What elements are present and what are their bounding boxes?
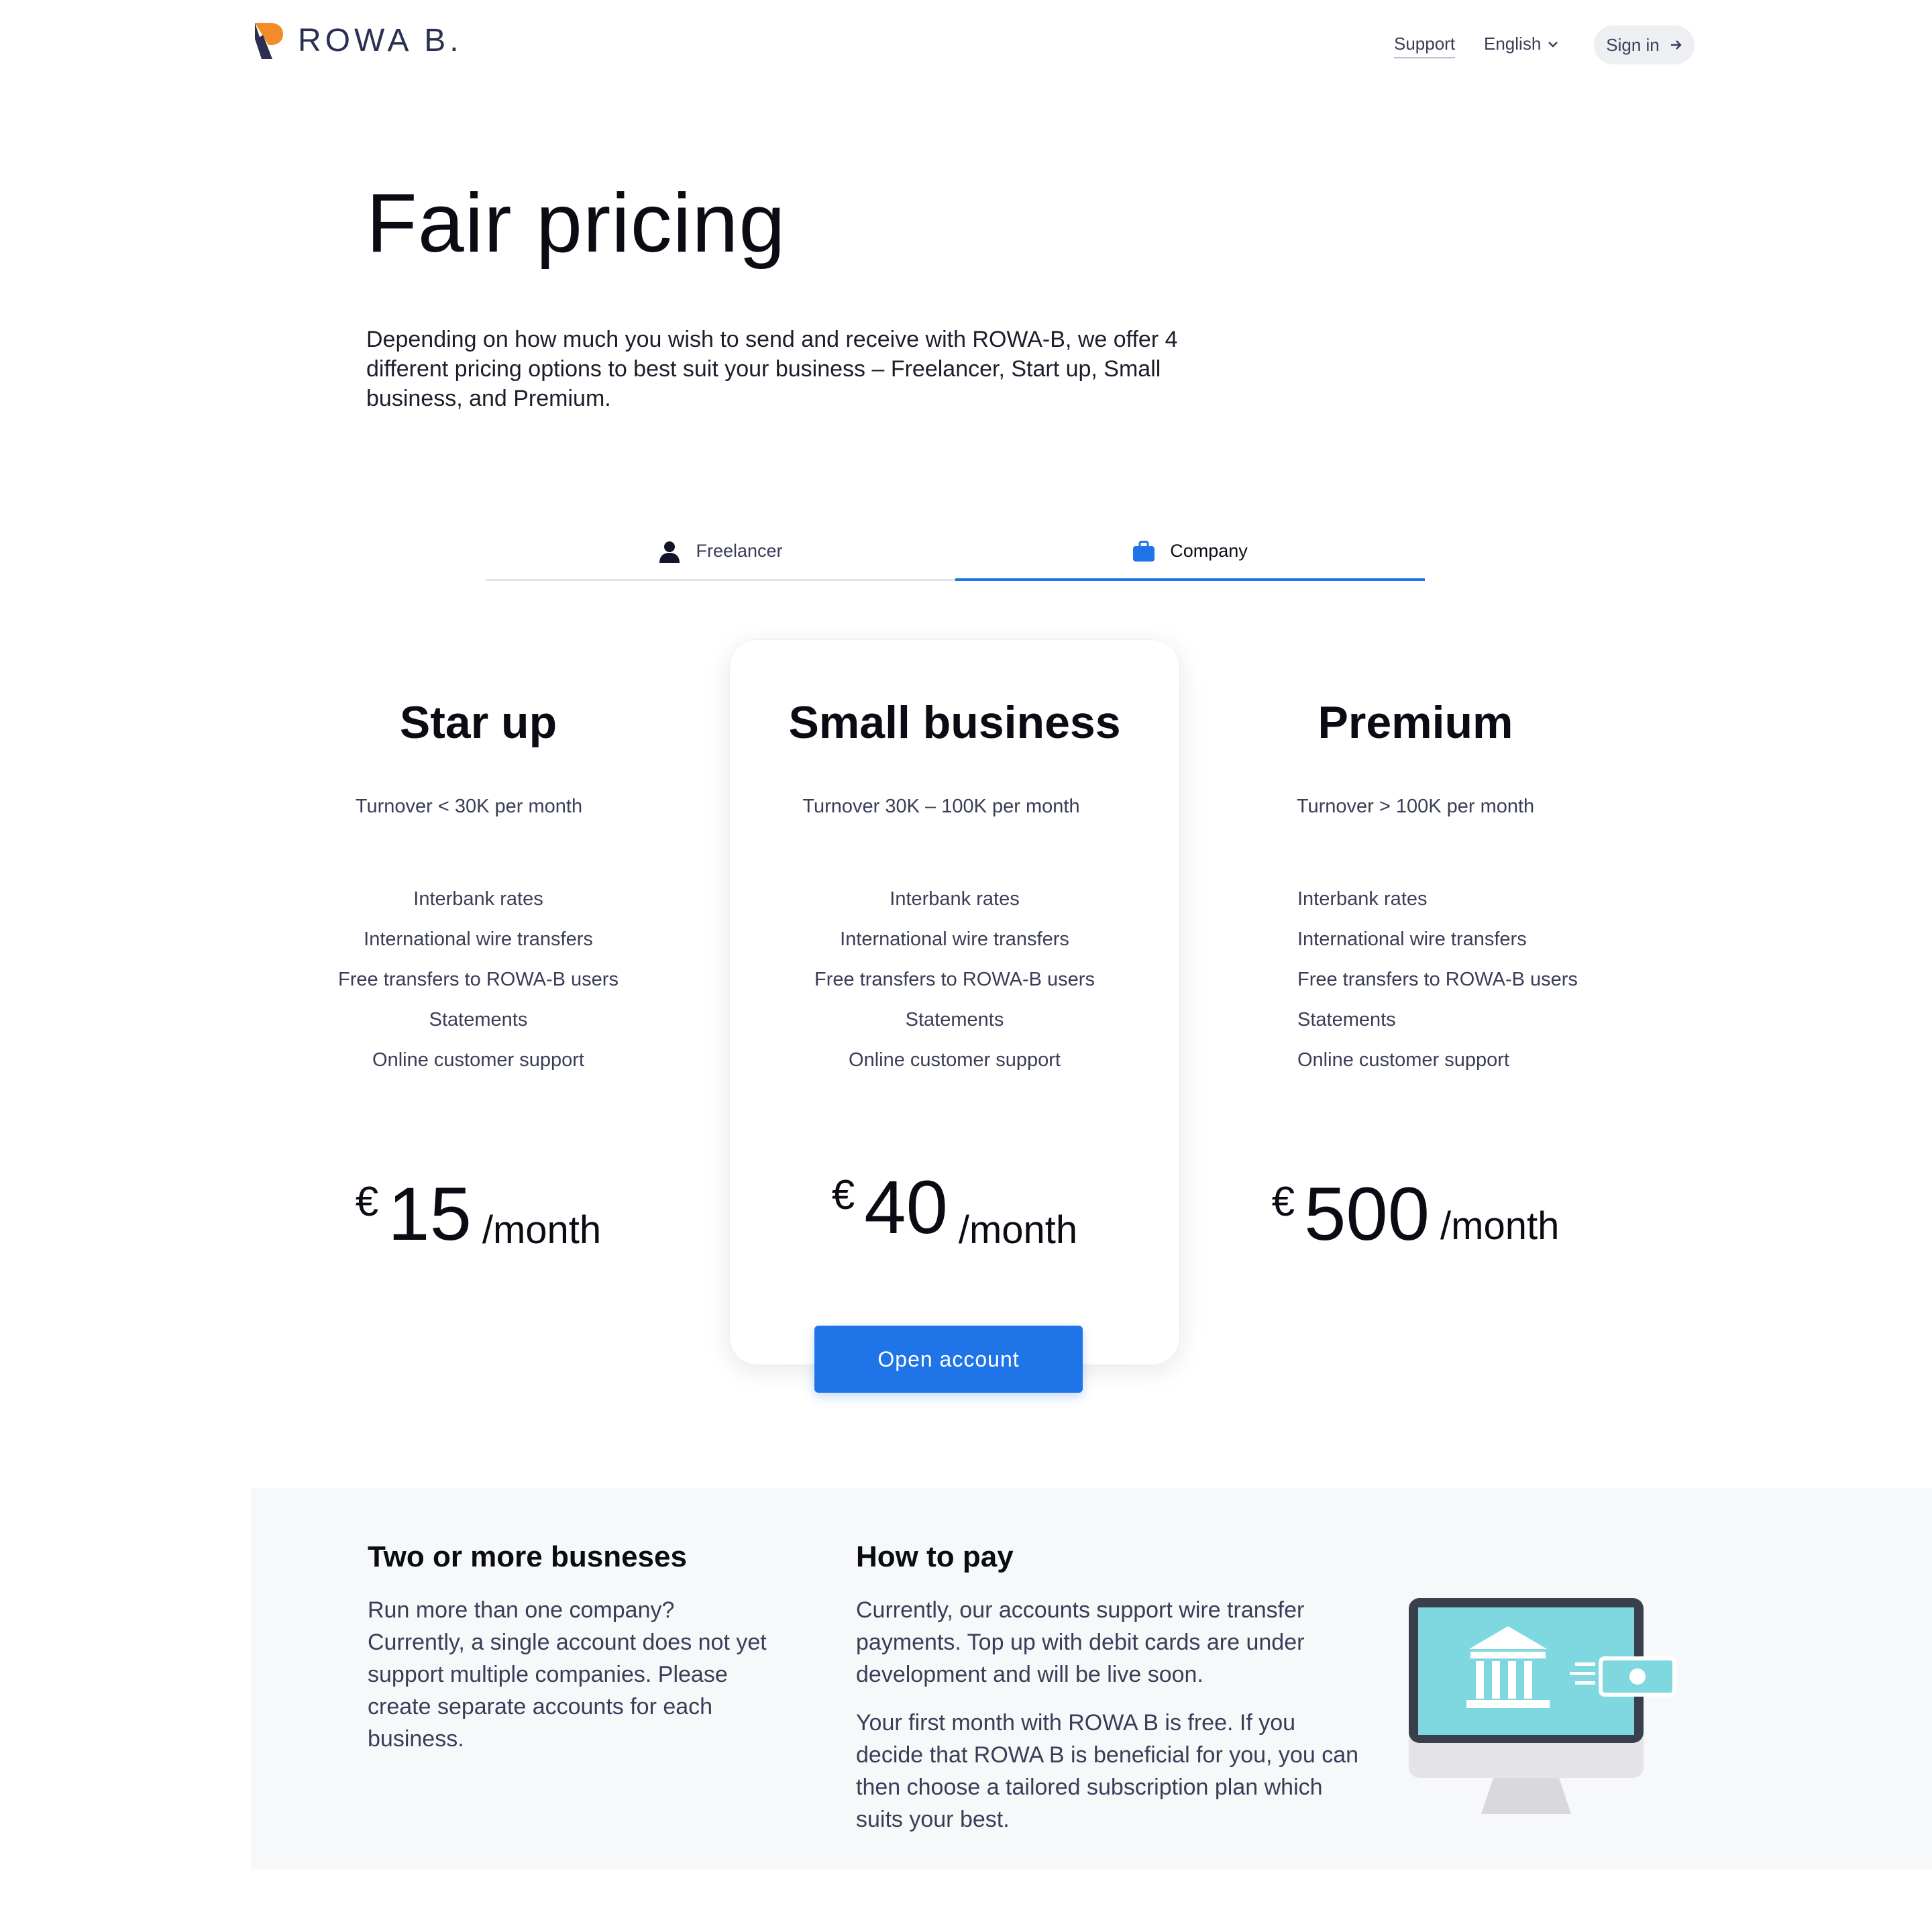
support-link[interactable]: Support xyxy=(1394,34,1456,58)
plan-features: Interbank rates International wire trans… xyxy=(730,879,1179,1080)
tab-freelancer[interactable]: Freelancer xyxy=(486,523,955,579)
price-currency: € xyxy=(831,1172,855,1218)
plan-title: Premium xyxy=(1318,697,1513,748)
tab-company[interactable]: Company xyxy=(955,523,1425,581)
arrow-right-icon xyxy=(1670,40,1682,50)
plan-price: € 15 /month xyxy=(254,1177,703,1253)
multiple-businesses-text: Run more than one company? Currently, a … xyxy=(368,1597,767,1752)
price-amount: 40 xyxy=(864,1165,948,1249)
feature-item: Interbank rates xyxy=(890,888,1020,910)
feature-item: Free transfers to ROWA-B users xyxy=(1297,969,1578,990)
plan-type-tabs: Freelancer Company xyxy=(486,523,1425,581)
language-label: English xyxy=(1484,34,1542,54)
price-amount: 500 xyxy=(1304,1172,1430,1256)
feature-item: Statements xyxy=(429,1009,528,1030)
how-to-pay-block: How to pay Currently, our accounts suppo… xyxy=(856,1540,1366,1836)
free-month-text: Your first month with ROWA B is free. If… xyxy=(856,1710,1359,1832)
feature-item: Online customer support xyxy=(372,1049,584,1071)
top-header: ROWA B. Support English Sign in xyxy=(0,0,1932,94)
language-selector[interactable]: English xyxy=(1484,34,1558,54)
plan-title: Star up xyxy=(399,697,557,748)
tab-company-label: Company xyxy=(1170,541,1248,561)
feature-item: Online customer support xyxy=(1297,1049,1509,1071)
plan-card-star-up: Star up Turnover < 30K per month Interba… xyxy=(254,640,703,1365)
person-icon xyxy=(659,541,680,563)
feature-item: Statements xyxy=(905,1009,1004,1030)
price-period: /month xyxy=(958,1208,1078,1252)
how-to-pay-text: Currently, our accounts support wire tra… xyxy=(856,1597,1305,1687)
open-account-button[interactable]: Open account xyxy=(814,1326,1083,1393)
price-amount: 15 xyxy=(388,1172,472,1256)
plan-price: € 40 /month xyxy=(730,1170,1179,1253)
logo-text: ROWA B. xyxy=(298,22,463,58)
plan-turnover: Turnover < 30K per month xyxy=(355,796,583,817)
plan-features: Interbank rates International wire trans… xyxy=(1297,879,1834,1080)
feature-item: International wire transfers xyxy=(364,928,593,950)
page-description: Depending on how much you wish to send a… xyxy=(366,327,1178,411)
plan-title: Small business xyxy=(788,697,1121,748)
chevron-down-icon xyxy=(1548,41,1558,48)
feature-item: Free transfers to ROWA-B users xyxy=(814,969,1095,990)
computer-bank-illustration xyxy=(1409,1598,1676,1814)
logo-mark-icon xyxy=(255,23,283,59)
plan-turnover: Turnover 30K – 100K per month xyxy=(802,796,1080,817)
feature-item: Statements xyxy=(1297,1009,1396,1030)
multiple-businesses-title: Two or more busneses xyxy=(368,1540,687,1573)
sign-in-button[interactable]: Sign in xyxy=(1594,25,1695,64)
plan-features: Interbank rates International wire trans… xyxy=(254,879,703,1080)
plan-card-small-business: Small business Turnover 30K – 100K per m… xyxy=(730,640,1179,1365)
tab-freelancer-label: Freelancer xyxy=(696,541,783,561)
info-section: Two or more busneses Run more than one c… xyxy=(251,1488,1932,1869)
price-period: /month xyxy=(482,1208,602,1252)
sign-in-label: Sign in xyxy=(1606,34,1660,55)
feature-item: Free transfers to ROWA-B users xyxy=(338,969,619,990)
feature-item: Interbank rates xyxy=(1297,888,1428,910)
briefcase-icon xyxy=(1133,540,1155,562)
plan-price: € 500 /month xyxy=(1147,1177,1684,1252)
feature-item: Online customer support xyxy=(849,1049,1061,1071)
plan-card-premium: Premium Turnover > 100K per month Interb… xyxy=(1224,640,1760,1365)
feature-item: International wire transfers xyxy=(1297,928,1527,950)
brand-logo[interactable]: ROWA B. xyxy=(252,20,463,60)
price-period: /month xyxy=(1440,1204,1560,1248)
page-title: Fair pricing xyxy=(366,177,786,270)
feature-item: International wire transfers xyxy=(840,928,1069,950)
price-currency: € xyxy=(1271,1179,1295,1225)
feature-item: Interbank rates xyxy=(413,888,543,910)
plan-turnover: Turnover > 100K per month xyxy=(1296,796,1535,817)
how-to-pay-title: How to pay xyxy=(856,1540,1014,1573)
multiple-businesses-block: Two or more busneses Run more than one c… xyxy=(368,1540,770,1755)
price-currency: € xyxy=(355,1179,379,1225)
